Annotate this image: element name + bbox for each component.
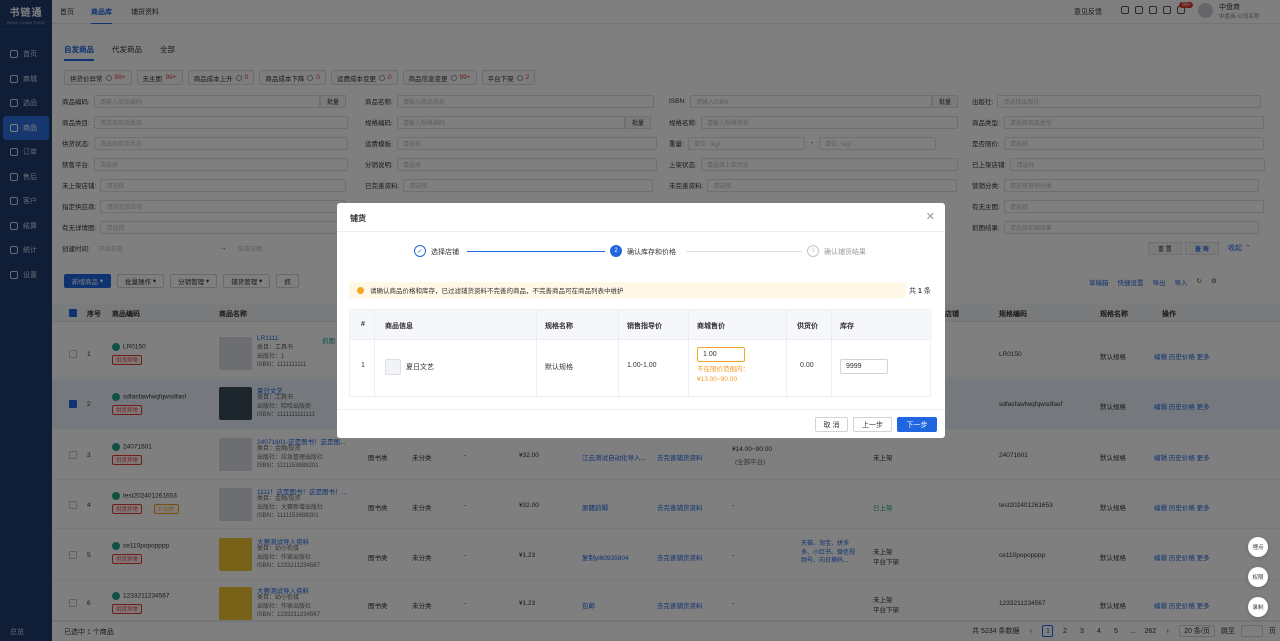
price-error-line2: ¥13.00~90.00 <box>697 376 737 383</box>
step-1-label: 选择店铺 <box>431 249 459 256</box>
warning-icon <box>357 286 364 294</box>
close-icon[interactable]: ✕ <box>926 210 935 223</box>
modal-title: 铺货 <box>350 214 366 223</box>
col-stock: 库存 <box>840 323 854 330</box>
next-step-button[interactable]: 下一步 <box>897 417 937 432</box>
spec-name: 默认规格 <box>545 364 573 371</box>
divider <box>831 310 832 398</box>
col-hash: # <box>361 321 365 328</box>
total-count: 共 1 条 <box>909 288 931 295</box>
divider <box>536 310 537 398</box>
step-2-number: 2 <box>610 245 622 257</box>
confirm-table: # 商品信息 规格名称 销售指导价 商城售价 供货价 库存 1 夏日文艺 默认规… <box>349 309 932 398</box>
mall-price-input[interactable]: 1.00 <box>697 347 745 362</box>
step-2-label: 确认库存和价格 <box>627 249 676 256</box>
divider <box>688 310 689 398</box>
stepper: ✓ 选择店铺 2 确认库存和价格 3 确认铺货结果 <box>337 245 945 259</box>
record-button[interactable]: 录制 <box>1248 597 1268 617</box>
product-thumbnail <box>385 359 401 375</box>
floating-tools: 埋点 权限 录制 <box>1248 537 1268 627</box>
tracking-button[interactable]: 埋点 <box>1248 537 1268 557</box>
divider <box>374 310 375 398</box>
price-error-line1: 不在限价范围内： <box>697 366 749 373</box>
step-line <box>686 251 802 252</box>
row-index: 1 <box>361 362 365 369</box>
divider <box>786 310 787 398</box>
confirm-table-header: # 商品信息 规格名称 销售指导价 商城售价 供货价 库存 <box>350 310 932 340</box>
col-supply-price: 供货价 <box>797 323 818 330</box>
permission-button[interactable]: 权限 <box>1248 567 1268 587</box>
step-3-number: 3 <box>807 245 819 257</box>
stock-input[interactable]: 9999 <box>840 359 888 374</box>
check-icon: ✓ <box>414 245 426 257</box>
distribution-modal: 铺货 ✕ ✓ 选择店铺 2 确认库存和价格 3 确认铺货结果 请确认商品价格和库… <box>337 203 945 438</box>
cancel-button[interactable]: 取 消 <box>815 417 848 432</box>
divider <box>618 310 619 398</box>
supply-price: 0.00 <box>800 362 814 369</box>
guide-price: 1.00-1.00 <box>627 362 657 369</box>
col-spec-name: 规格名称 <box>545 323 573 330</box>
warning-notice: 请确认商品价格和库存，已过滤铺货资料不完善的商品，不完善商品可在商品列表中维护 <box>349 282 906 298</box>
col-goods-info: 商品信息 <box>385 323 413 330</box>
notice-text: 请确认商品价格和库存，已过滤铺货资料不完善的商品，不完善商品可在商品列表中维护 <box>370 288 624 295</box>
product-name: 夏日文艺 <box>406 364 434 371</box>
step-line <box>467 251 605 252</box>
divider <box>337 231 945 232</box>
col-guide-price: 销售指导价 <box>627 323 662 330</box>
divider <box>337 409 945 410</box>
step-3-label: 确认铺货结果 <box>824 249 866 256</box>
col-mall-price: 商城售价 <box>697 323 725 330</box>
prev-step-button[interactable]: 上一步 <box>853 417 892 432</box>
